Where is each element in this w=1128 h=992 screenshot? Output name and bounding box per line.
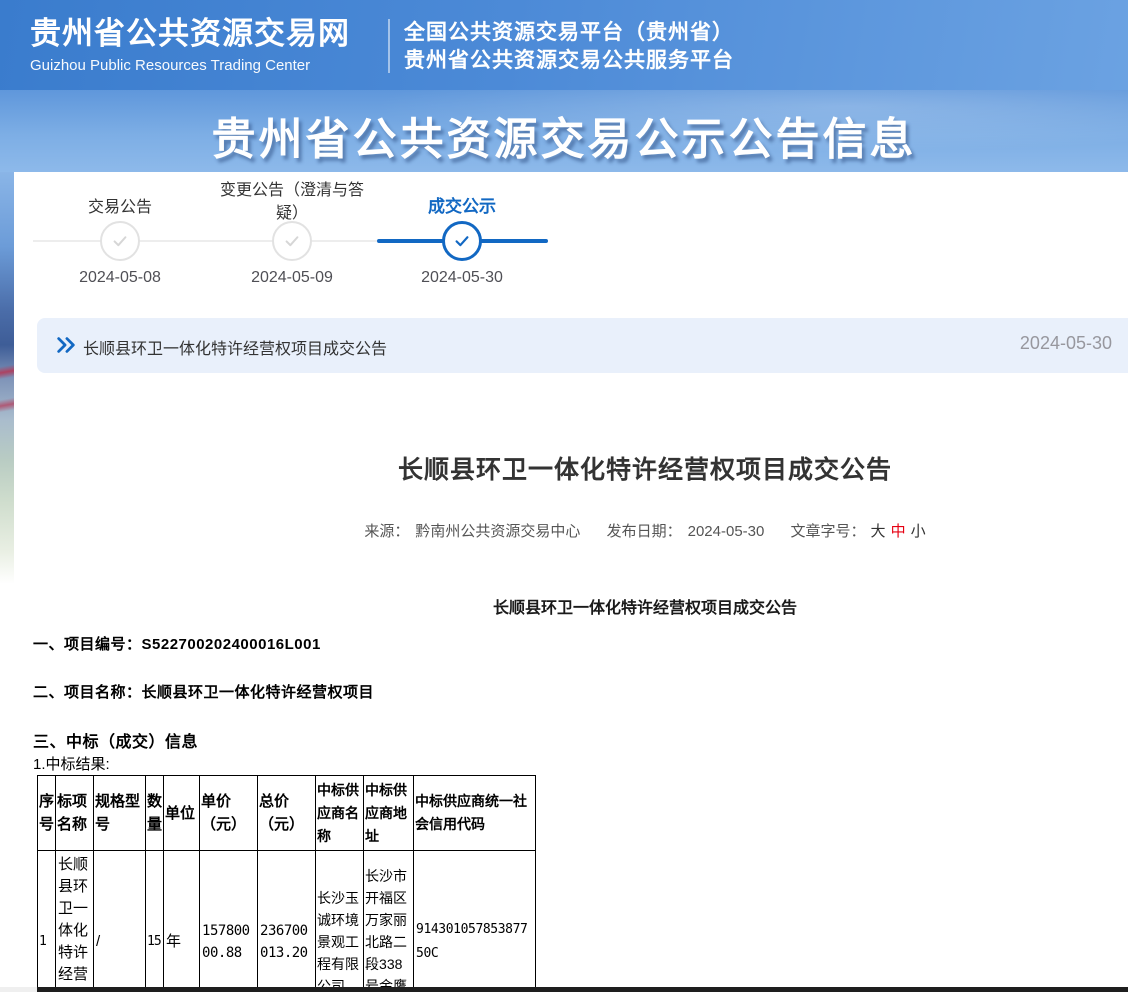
section-project-number: 一、项目编号：S522700202400016L001 (33, 633, 321, 654)
check-icon (282, 231, 302, 251)
cell-item-name: 长顺县环卫一体化特许经营权项目 (56, 851, 94, 992)
header-divider (388, 19, 390, 73)
award-result-table: 序号 标项名称 规格型号 数量 单位 单价（元） 总价（元） 中标供应商名称 中… (37, 775, 536, 992)
site-header: 贵州省公共资源交易网 Guizhou Public Resources Trad… (0, 0, 1128, 90)
breadcrumb-date: 2024-05-30 (1020, 333, 1112, 354)
site-name: 贵州省公共资源交易网 (30, 16, 350, 52)
cell-qty: 15 (146, 851, 164, 992)
breadcrumb: 长顺县环卫一体化特许经营权项目成交公告 2024-05-30 (37, 318, 1128, 373)
font-size-medium[interactable]: 中 (891, 523, 906, 540)
article-meta: 来源： 黔南州公共资源交易中心 发布日期： 2024-05-30 文章字号： 大中小 (162, 520, 1128, 541)
step-date-2: 2024-05-09 (232, 269, 352, 287)
step-label-trade-notice[interactable]: 交易公告 (45, 193, 195, 217)
col-header-total-price: 总价（元） (258, 776, 316, 851)
cell-total-price: 236700013.20 (258, 851, 316, 992)
col-header-unit: 单位 (164, 776, 200, 851)
result-label: 1.中标结果: (33, 753, 110, 774)
font-size-large[interactable]: 大 (871, 523, 886, 540)
cell-supplier-name: 长沙玉诚环境景观工程有限公司 (316, 851, 364, 992)
site-logo[interactable]: 贵州省公共资源交易网 Guizhou Public Resources Trad… (30, 16, 350, 78)
col-header-supplier-name: 中标供应商名称 (316, 776, 364, 851)
horizontal-scrollbar-thumb[interactable] (37, 987, 1128, 992)
cell-seq: 1 (38, 851, 56, 992)
col-header-unit-price: 单价（元） (200, 776, 258, 851)
background-photo-strip (0, 172, 14, 584)
article-title: 长顺县环卫一体化特许经营权项目成交公告 (162, 450, 1128, 486)
site-name-en: Guizhou Public Resources Trading Center (30, 54, 350, 78)
double-arrow-icon (55, 334, 77, 356)
font-size-label: 文章字号： (791, 523, 866, 540)
section-award-info: 三、中标（成交）信息 (33, 728, 198, 752)
check-icon (110, 231, 130, 251)
col-header-credit-code: 中标供应商统一社会信用代码 (414, 776, 536, 851)
body-title: 长顺县环卫一体化特许经营权项目成交公告 (162, 594, 1128, 618)
source-value: 黔南州公共资源交易中心 (415, 523, 580, 540)
publish-date-label: 发布日期： (607, 523, 682, 540)
step-circle-3[interactable] (442, 221, 482, 261)
cell-supplier-address: 长沙市开福区万家丽北路二段338号金鹰汇 (364, 851, 414, 992)
page: 贵州省公共资源交易网 Guizhou Public Resources Trad… (0, 0, 1128, 992)
breadcrumb-title[interactable]: 长顺县环卫一体化特许经营权项目成交公告 (83, 335, 387, 359)
step-circle-2[interactable] (272, 221, 312, 261)
col-header-seq: 序号 (38, 776, 56, 851)
table-header-row: 序号 标项名称 规格型号 数量 单位 单价（元） 总价（元） 中标供应商名称 中… (38, 776, 536, 851)
table-row: 1 长顺县环卫一体化特许经营权项目 / 15 年 15780000.88 236… (38, 851, 536, 992)
font-size-small[interactable]: 小 (911, 523, 926, 540)
step-label-change-notice[interactable]: 变更公告（澄清与答疑） (214, 179, 370, 225)
cell-unit: 年 (164, 851, 200, 992)
col-header-spec: 规格型号 (94, 776, 146, 851)
stepper-line (33, 240, 377, 242)
col-header-item-name: 标项名称 (56, 776, 94, 851)
platform-line2: 贵州省公共资源交易公共服务平台 (404, 47, 734, 75)
publish-date-value: 2024-05-30 (688, 523, 765, 540)
banner-title: 贵州省公共资源交易公示公告信息 (0, 103, 1128, 167)
step-circle-1[interactable] (100, 221, 140, 261)
check-icon (452, 231, 472, 251)
platform-line1: 全国公共资源交易平台（贵州省） (404, 19, 734, 47)
section-project-name: 二、项目名称：长顺县环卫一体化特许经营权项目 (33, 681, 374, 702)
step-date-1: 2024-05-08 (60, 269, 180, 287)
platform-names: 全国公共资源交易平台（贵州省） 贵州省公共资源交易公共服务平台 (404, 19, 734, 75)
col-header-qty: 数量 (146, 776, 164, 851)
source-label: 来源： (364, 523, 409, 540)
cell-spec: / (94, 851, 146, 992)
step-date-3: 2024-05-30 (402, 269, 522, 287)
banner: 贵州省公共资源交易公示公告信息 (0, 90, 1128, 172)
step-label-deal-notice[interactable]: 成交公示 (387, 192, 537, 217)
col-header-supplier-address: 中标供应商地址 (364, 776, 414, 851)
cell-credit-code: 91430105785387750C (414, 851, 536, 992)
cell-unit-price: 15780000.88 (200, 851, 258, 992)
